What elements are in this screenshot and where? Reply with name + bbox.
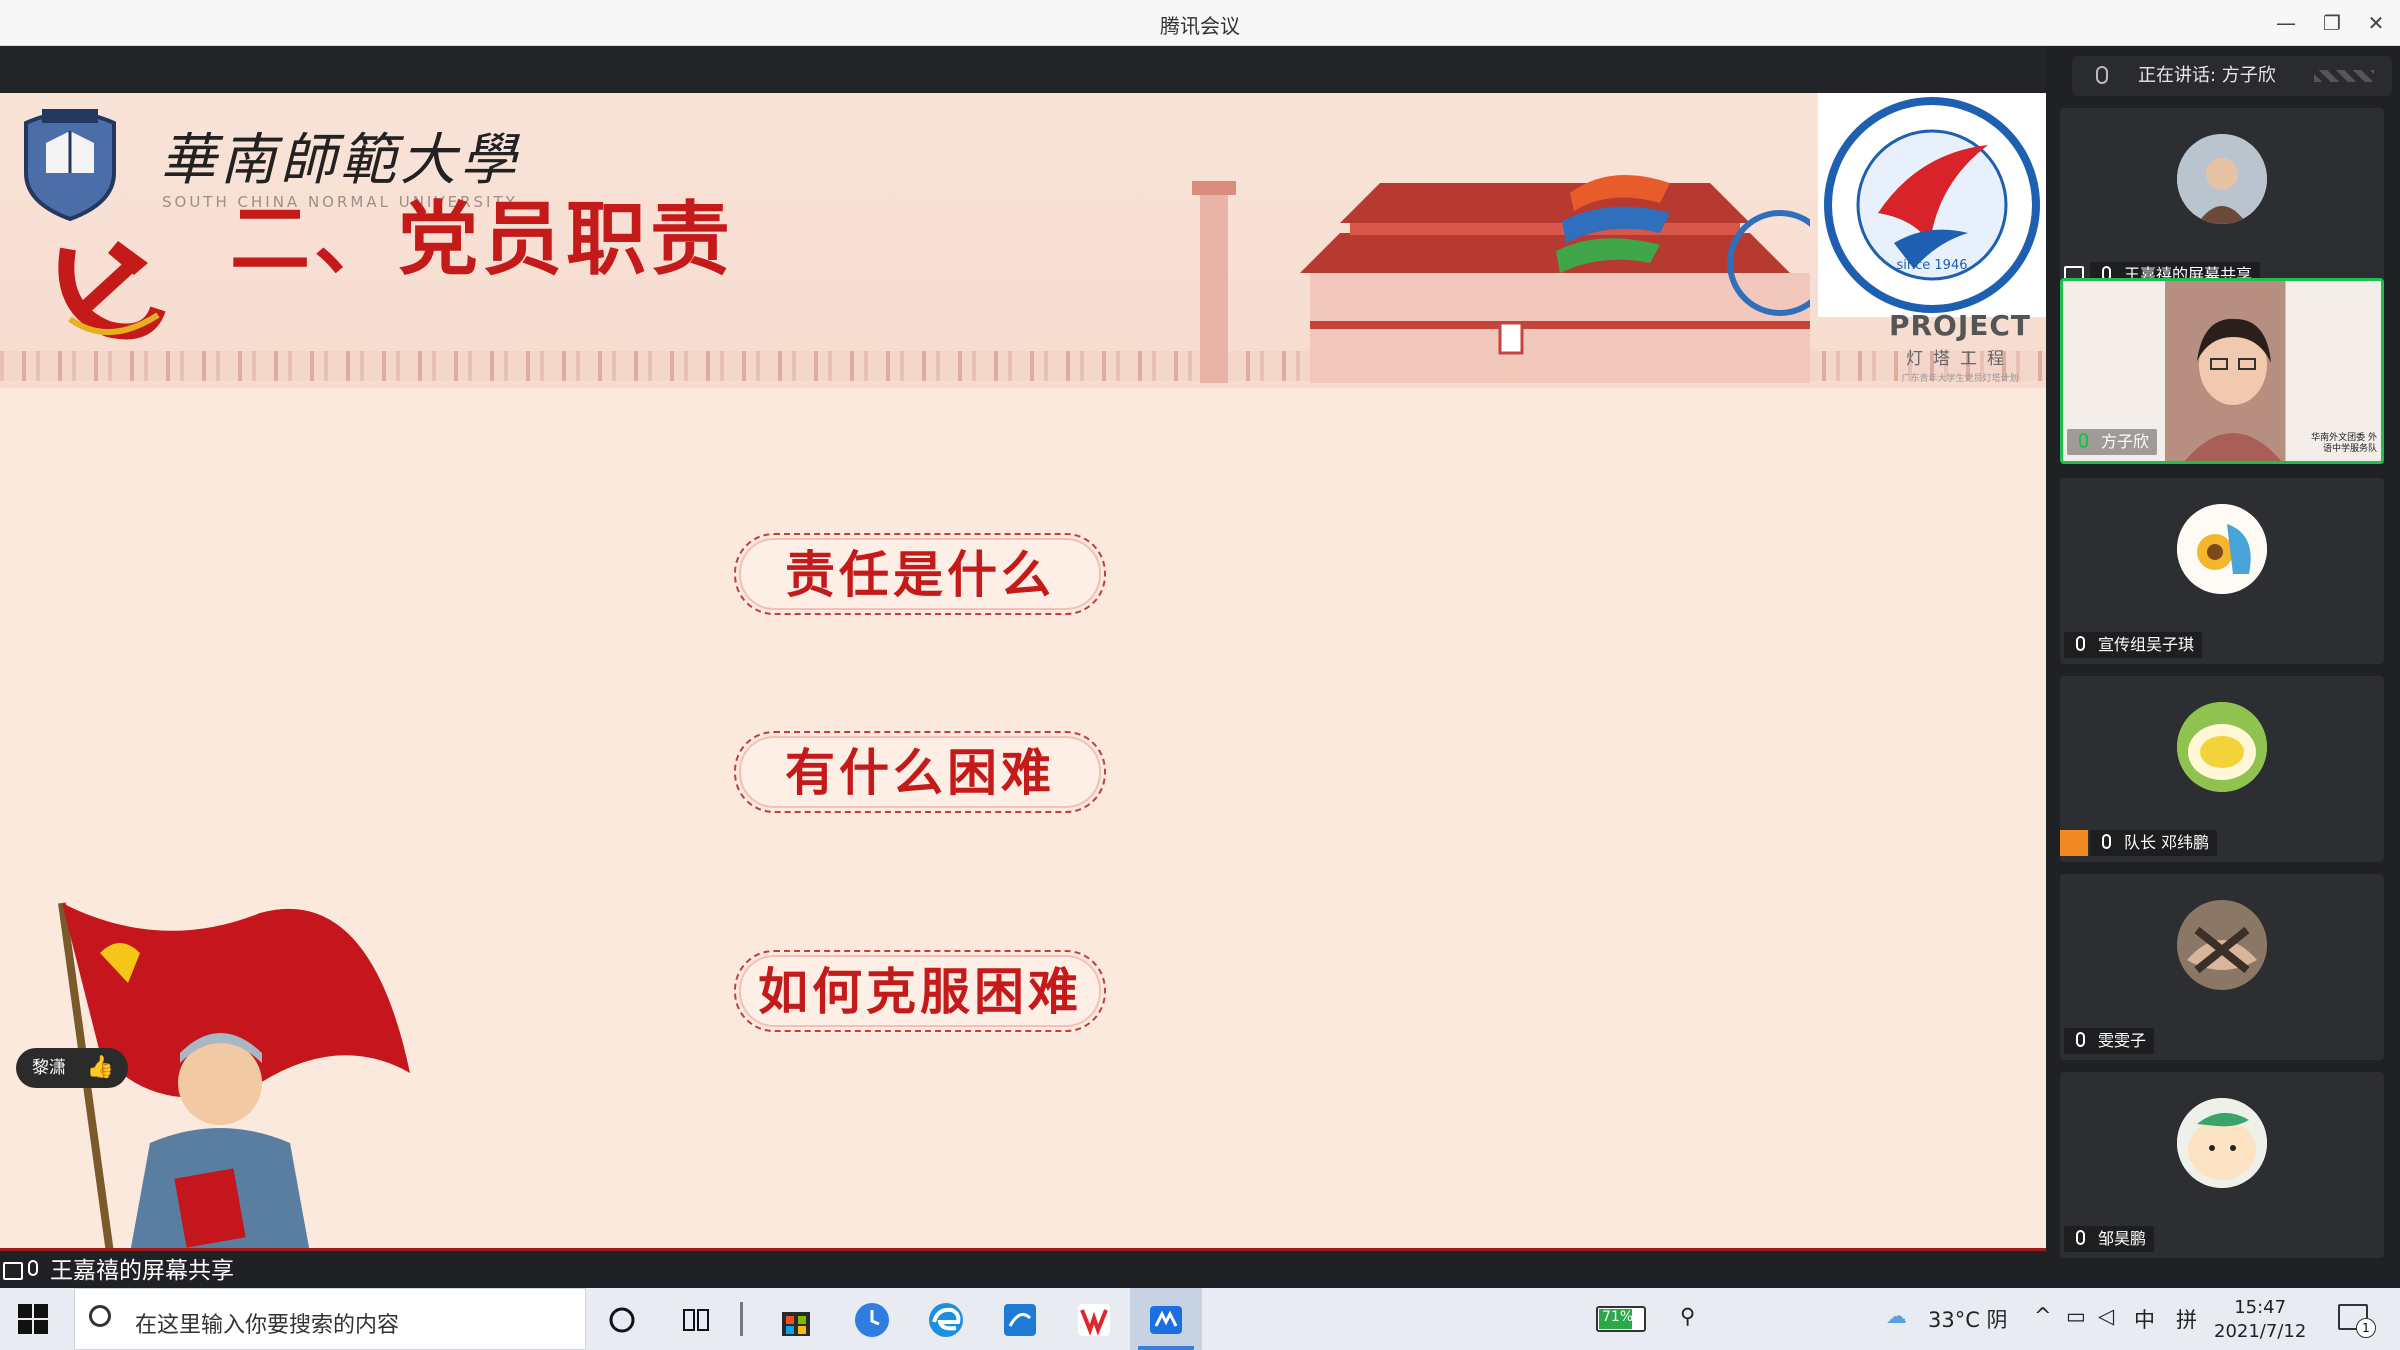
avatar xyxy=(2177,702,2267,792)
avatar-icon xyxy=(2177,134,2267,224)
whiteboard-app-icon[interactable] xyxy=(1000,1300,1040,1340)
notification-center-icon[interactable]: 1 xyxy=(2338,1304,2376,1338)
topic-button-overcome[interactable]: 如何克服困难 xyxy=(734,950,1106,1032)
participant-name: 雯雯子 xyxy=(2064,1028,2155,1054)
tiananmen-illustration-icon xyxy=(1192,175,1810,383)
avatar-icon xyxy=(2177,702,2267,792)
avatar xyxy=(2177,900,2267,990)
video-caption: 华南外文团委 外语中学服务队 xyxy=(2311,433,2377,454)
project-label: PROJECT 灯塔工程 广东青年大学生党员灯塔计划 xyxy=(1880,309,2040,384)
wps-office-icon[interactable] xyxy=(1074,1300,1114,1340)
avatar-icon xyxy=(2177,504,2267,594)
screen-share-label-text: 王嘉禧的屏幕共享 xyxy=(50,1258,234,1284)
project-en: PROJECT xyxy=(1888,309,2032,342)
battery-indicator[interactable]: 71% xyxy=(1596,1306,1646,1332)
speaking-indicator: 正在讲话: 方子欣 xyxy=(2072,56,2392,96)
participant-name: 方子欣 xyxy=(2067,429,2158,455)
participant-tile[interactable]: 邹昊鹏 xyxy=(2060,1072,2384,1258)
input-method-text[interactable]: 中 xyxy=(2134,1304,2155,1334)
participant-name: 宣传组吴子琪 xyxy=(2064,632,2203,658)
battery-text: 71% xyxy=(1602,1309,1634,1325)
audio-wave-icon xyxy=(2314,70,2374,82)
weather-cloud-icon[interactable]: ☁ xyxy=(1886,1304,1907,1328)
mic-off-icon xyxy=(2076,1032,2085,1047)
store-icon[interactable] xyxy=(776,1300,816,1340)
since-text: since 1946 xyxy=(1897,258,1968,273)
participant-name: 邹昊鹏 xyxy=(2064,1226,2155,1252)
screen-share-label: 王嘉禧的屏幕共享 xyxy=(0,1255,234,1288)
thumbs-up-icon: 👍 xyxy=(86,1055,114,1080)
notification-count: 1 xyxy=(2356,1318,2376,1338)
top-strip xyxy=(0,46,2046,93)
cortana-icon[interactable] xyxy=(602,1300,642,1340)
shared-slide: 華南師範大學 SOUTH CHINA NORMAL UNIVERSITY 二、党… xyxy=(0,93,2046,1251)
clock-time: 15:47 xyxy=(2234,1297,2287,1318)
battery-small-icon[interactable]: ▭ xyxy=(2066,1304,2086,1328)
topic-button-responsibility[interactable]: 责任是什么 xyxy=(734,533,1106,615)
project-small: 广东青年大学生党员灯塔计划 xyxy=(1901,374,2019,384)
topic-button-difficulties[interactable]: 有什么困难 xyxy=(734,731,1106,813)
avatar xyxy=(2177,504,2267,594)
reaction-bubble: 黎潇 👍 xyxy=(16,1048,128,1088)
school-seal-icon: since 1946 xyxy=(1824,97,2040,313)
system-clock[interactable]: 15:47 2021/7/12 xyxy=(2214,1296,2306,1344)
clock-date: 2021/7/12 xyxy=(2214,1321,2307,1342)
search-icon xyxy=(89,1305,111,1327)
taskbar-divider xyxy=(740,1302,743,1336)
ime-mode-text[interactable]: 拼 xyxy=(2176,1304,2197,1334)
mic-off-icon xyxy=(2102,834,2111,849)
meeting-area: 華南師範大學 SOUTH CHINA NORMAL UNIVERSITY 二、党… xyxy=(0,46,2400,1288)
participant-tile[interactable]: 雯雯子 xyxy=(2060,874,2384,1060)
school-logo: since 1946 xyxy=(1818,93,2046,317)
avatar-icon xyxy=(2177,1098,2267,1188)
tencent-meeting-icon[interactable] xyxy=(1146,1300,1186,1340)
participant-tile[interactable]: 队长 邓纬鹏 xyxy=(2060,676,2384,862)
mic-off-icon xyxy=(2076,636,2085,651)
search-placeholder: 在这里输入你要搜索的内容 xyxy=(135,1313,400,1338)
speaking-text: 正在讲话: 方子欣 xyxy=(2138,65,2276,86)
taskbar: 在这里输入你要搜索的内容 71% ⚲ ☁ 33°C 阴 ^ ▭ ◁ 中 拼 15… xyxy=(0,1288,2400,1350)
restore-button[interactable]: ❐ xyxy=(2312,8,2352,38)
windows-start-icon[interactable] xyxy=(18,1304,48,1334)
participant-tile[interactable]: 宣传组吴子琪 xyxy=(2060,478,2384,664)
clock-app-icon[interactable] xyxy=(852,1300,892,1340)
university-crest-icon xyxy=(24,109,116,221)
speaker-video-icon xyxy=(2184,318,2282,461)
mic-on-icon xyxy=(2079,433,2088,448)
window-titlebar: 腾讯会议 — ❐ ✕ xyxy=(0,0,2400,46)
active-indicator xyxy=(1138,1346,1194,1350)
close-button[interactable]: ✕ xyxy=(2356,8,2396,38)
slide-title: 二、党员职责 xyxy=(230,193,734,286)
participant-name: 队长 邓纬鹏 xyxy=(2090,830,2218,856)
host-badge-icon xyxy=(2060,830,2088,856)
window-title: 腾讯会议 xyxy=(1160,14,1240,38)
slide-footer-bar xyxy=(0,1248,2046,1251)
mic-off-icon xyxy=(28,1260,38,1276)
edge-browser-icon[interactable] xyxy=(926,1300,966,1340)
party-emblem-icon xyxy=(58,241,166,340)
participant-tile[interactable]: 王嘉禧的屏幕共享 xyxy=(2060,108,2384,294)
screen-share-icon xyxy=(3,1262,23,1280)
avatar-icon xyxy=(2177,900,2267,990)
minimize-button[interactable]: — xyxy=(2266,8,2306,38)
participant-tile-active[interactable]: 华南外文团委 外语中学服务队 方子欣 xyxy=(2060,278,2384,464)
chevron-up-icon[interactable]: ^ xyxy=(2034,1304,2052,1328)
avatar xyxy=(2177,1098,2267,1188)
project-cn: 灯塔工程 xyxy=(1906,349,2014,369)
taskbar-search-box[interactable]: 在这里输入你要搜索的内容 xyxy=(74,1288,586,1350)
mic-off-icon xyxy=(2076,1230,2085,1245)
mic-icon xyxy=(2096,66,2108,84)
avatar xyxy=(2177,134,2267,224)
task-view-icon[interactable] xyxy=(676,1300,716,1340)
people-icon[interactable]: ⚲ xyxy=(1680,1304,1695,1328)
reaction-name: 黎潇 xyxy=(32,1058,66,1078)
volume-icon[interactable]: ◁ xyxy=(2098,1304,2114,1328)
weather-text[interactable]: 33°C 阴 xyxy=(1928,1304,2008,1334)
